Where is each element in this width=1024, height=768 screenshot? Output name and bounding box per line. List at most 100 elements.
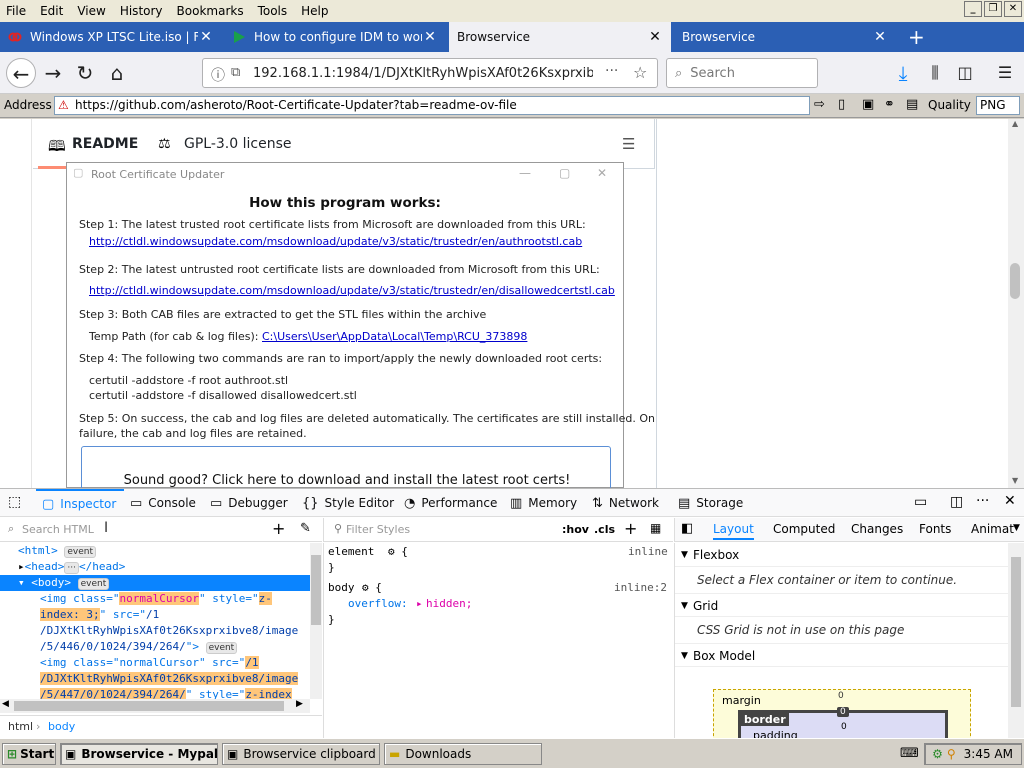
taskbar-item-downloads[interactable]: ▬ Downloads	[384, 743, 542, 765]
filter-styles-input[interactable]: Filter Styles	[346, 523, 410, 536]
markup-body-node[interactable]: ▾ <body> event	[0, 575, 310, 591]
license-tab[interactable]: GPL-3.0 license	[184, 136, 291, 152]
address-input[interactable]: ⚠ https://github.com/asheroto/Root-Certi…	[54, 96, 810, 115]
page-icon[interactable]: ▣	[862, 97, 874, 112]
hov-toggle[interactable]: :hov	[562, 523, 589, 536]
markup-hscroll-thumb[interactable]	[14, 701, 284, 711]
taskbar-item-browservice[interactable]: ▣ Browservice - Mypal	[60, 743, 218, 765]
scroll-down-icon[interactable]: ▼	[1012, 476, 1018, 485]
tab-browservice-active[interactable]: Browservice ✕	[449, 22, 671, 52]
search-box[interactable]: ⌕ Search	[666, 58, 818, 88]
markup-head-node[interactable]: ▸<head> ··· </head>	[0, 559, 310, 575]
menu-bookmarks[interactable]: Bookmarks	[171, 4, 252, 18]
close-tab-icon[interactable]: ✕	[872, 29, 888, 45]
dock-icon[interactable]: ◫	[950, 494, 963, 510]
tab-memory[interactable]: ▥ Memory	[510, 489, 577, 517]
keyboard-icon[interactable]: ⌨	[900, 746, 919, 761]
find-icon[interactable]: ⚭	[884, 97, 895, 112]
markup-html-node[interactable]: <html> event	[0, 543, 310, 559]
menu-tools[interactable]: Tools	[252, 4, 296, 18]
breadcrumb-html[interactable]: html	[8, 720, 33, 733]
menu-help[interactable]: Help	[295, 4, 336, 18]
split-console-icon[interactable]: ▭	[914, 494, 927, 510]
markup-img-node-1[interactable]: <img class="normalCursor" style="z-	[0, 591, 310, 607]
tab-computed[interactable]: Computed	[773, 522, 835, 536]
print-media-icon[interactable]: ▦	[650, 521, 661, 535]
url-bar[interactable]: ⓘ ⧉ 192.168.1.1:1984/1/DJXtKltRyhWpisXAf…	[202, 58, 658, 88]
back-button[interactable]: ←	[6, 58, 36, 88]
page-scrollbar[interactable]	[1008, 119, 1024, 488]
close-tab-icon[interactable]: ✕	[198, 29, 214, 45]
clipboard-icon[interactable]: ▤	[906, 97, 918, 112]
border-top-value[interactable]: 0	[837, 707, 849, 717]
reload-button[interactable]: ↻	[70, 58, 100, 88]
markup-vertical-scrollbar[interactable]	[310, 543, 322, 699]
close-devtools-icon[interactable]: ✕	[1004, 493, 1016, 509]
more-actions-icon[interactable]: ···	[605, 63, 618, 79]
devtools-options-icon[interactable]: ···	[976, 493, 989, 509]
margin-top-value[interactable]: 0	[838, 691, 844, 701]
bookmark-star-icon[interactable]: ☆	[633, 63, 647, 82]
search-html-input[interactable]: Search HTML	[22, 523, 94, 536]
close-tab-icon[interactable]: ✕	[422, 29, 438, 45]
start-button[interactable]: ⊞ Start	[2, 743, 56, 765]
add-node-icon[interactable]: +	[272, 519, 285, 538]
tab-layout[interactable]: Layout	[713, 522, 754, 540]
info-icon[interactable]: ⓘ	[211, 65, 225, 85]
tab-files-fm[interactable]: Windows XP LTSC Lite.iso | Files.fm ✕	[0, 22, 222, 52]
home-button[interactable]: ⌂	[102, 58, 132, 88]
page-scrollbar-thumb[interactable]	[1010, 263, 1020, 299]
grid-section-header[interactable]: ▼ Grid	[675, 593, 1009, 617]
tab-changes[interactable]: Changes	[851, 522, 903, 536]
markup-horizontal-scrollbar[interactable]: ◀ ▶	[0, 699, 310, 713]
layout-scrollbar[interactable]	[1008, 543, 1024, 739]
rule-body-source[interactable]: inline:2	[614, 581, 667, 594]
tab-console[interactable]: ▭ Console	[130, 489, 196, 517]
rule-property[interactable]: overflow:	[348, 597, 408, 610]
tray-search-icon[interactable]: ⚲	[947, 747, 956, 761]
tab-idm[interactable]: How to configure IDM to work with ✕	[224, 22, 446, 52]
breadcrumb-body[interactable]: body	[48, 720, 75, 733]
tab-fonts[interactable]: Fonts	[919, 522, 951, 536]
close-window-button[interactable]: ✕	[1004, 1, 1022, 17]
scroll-left-icon[interactable]: ◀	[2, 699, 9, 709]
bookmark-icon[interactable]: ▯	[838, 97, 845, 112]
padding-top-value[interactable]: 0	[841, 722, 847, 732]
tray-app-icon[interactable]: ⚙	[932, 747, 943, 761]
forward-button[interactable]: →	[38, 58, 68, 88]
outline-list-icon[interactable]: ☰	[622, 135, 635, 153]
tab-debugger[interactable]: ▭ Debugger	[210, 489, 288, 517]
layout-scroll-thumb[interactable]	[1011, 557, 1021, 707]
readme-tab[interactable]: README	[72, 136, 138, 152]
download-button[interactable]: Sound good? Click here to download and i…	[81, 446, 611, 488]
pick-element-icon[interactable]: ⬚	[8, 494, 21, 510]
taskbar-item-clipboard[interactable]: ▣ Browservice clipboard - ...	[222, 743, 380, 765]
tab-inspector[interactable]: ▢ Inspector	[36, 489, 124, 517]
tab-browservice[interactable]: Browservice ✕	[674, 22, 896, 52]
tab-network[interactable]: ⇅ Network	[592, 489, 659, 517]
menu-history[interactable]: History	[114, 4, 171, 18]
box-model-margin[interactable]: margin 0 border 0 padding 0	[713, 689, 971, 742]
close-tab-icon[interactable]: ✕	[647, 29, 663, 45]
quality-select[interactable]: PNG	[976, 96, 1020, 115]
minimize-button[interactable]: _	[964, 1, 982, 17]
tab-performance[interactable]: ◔ Performance	[404, 489, 497, 517]
menu-view[interactable]: View	[71, 4, 113, 18]
tab-style-editor[interactable]: {} Style Editor	[302, 489, 394, 517]
eyedropper-icon[interactable]: ✎	[300, 521, 311, 536]
hamburger-menu-icon[interactable]: ☰	[990, 58, 1020, 88]
tab-storage[interactable]: ▤ Storage	[678, 489, 743, 517]
rule-element-source[interactable]: inline	[628, 545, 668, 558]
library-icon[interactable]: ⫼	[920, 58, 950, 88]
cls-toggle[interactable]: .cls	[594, 523, 615, 536]
add-rule-icon[interactable]: +	[624, 519, 637, 538]
scroll-up-icon[interactable]: ▲	[1012, 119, 1018, 128]
rule-value[interactable]: hidden;	[426, 597, 472, 610]
toggle-pane-icon[interactable]: ◧	[681, 521, 693, 536]
markup-scroll-thumb[interactable]	[311, 555, 321, 625]
markup-img-node-2[interactable]: <img class="normalCursor" src="/1	[0, 655, 310, 671]
sidebar-icon[interactable]: ◫	[950, 58, 980, 88]
downloads-icon[interactable]: ⤓	[888, 58, 918, 88]
box-model-section-header[interactable]: ▼ Box Model	[675, 643, 1009, 667]
menu-file[interactable]: File	[0, 4, 34, 18]
